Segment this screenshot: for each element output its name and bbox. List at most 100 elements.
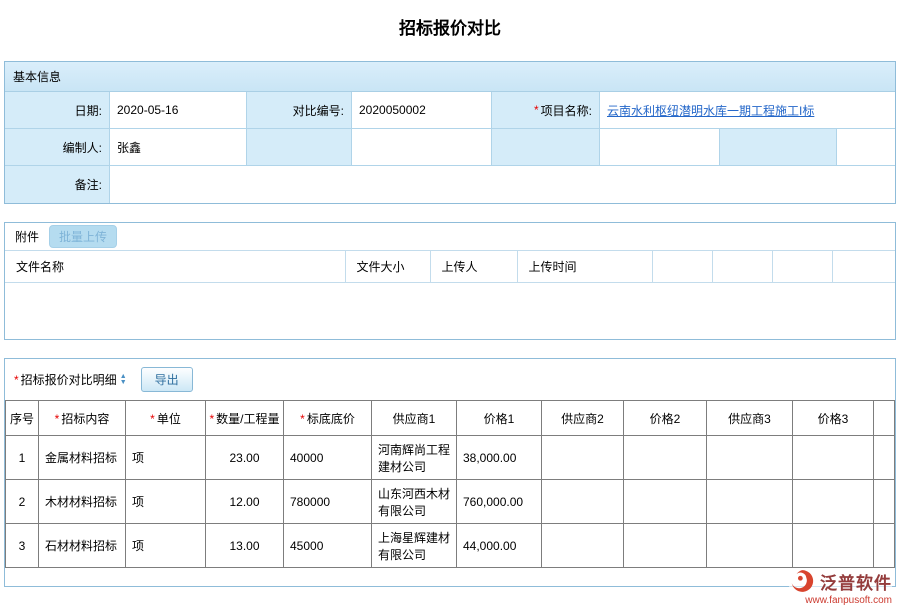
remark-label: 备注:	[5, 166, 110, 203]
detail-cell-qty: 13.00	[206, 524, 284, 568]
detail-cell-supplier2	[542, 480, 624, 524]
detail-cell-content: 木材材料招标	[39, 480, 126, 524]
detail-section-title: *招标报价对比明细	[14, 371, 117, 388]
detail-header-row: 序号*招标内容*单位*数量/工程量*标底底价供应商1价格1供应商2价格2供应商3…	[6, 401, 895, 436]
detail-col-header: 价格2	[624, 401, 707, 436]
detail-cell-qty: 23.00	[206, 436, 284, 480]
detail-cell-base_price: 40000	[284, 436, 372, 480]
required-mark: *	[55, 412, 60, 426]
attachments-header-bar: 附件 批量上传	[5, 223, 895, 250]
attachment-col-header-empty	[712, 251, 772, 283]
detail-cell-seq: 2	[6, 480, 39, 524]
remark-value	[110, 166, 895, 203]
attachments-section-title: 附件	[15, 228, 39, 245]
detail-col-header: 供应商3	[707, 401, 793, 436]
detail-col-header: 供应商1	[372, 401, 457, 436]
empty-value-cell	[352, 129, 492, 166]
attachments-section: 附件 批量上传 文件名称文件大小上传人上传时间	[4, 222, 896, 340]
detail-cell-supplier1: 河南辉尚工程建材公司	[372, 436, 457, 480]
attachments-empty-body	[5, 283, 895, 339]
empty-label-cell	[492, 129, 600, 166]
detail-cell-unit: 项	[126, 480, 206, 524]
basic-info-section-header: 基本信息	[5, 62, 895, 92]
detail-col-header: *单位	[126, 401, 206, 436]
detail-cell-qty: 12.00	[206, 480, 284, 524]
detail-cell-empty	[874, 524, 895, 568]
detail-col-header: *数量/工程量	[206, 401, 284, 436]
detail-cell-price3	[793, 480, 874, 524]
compare-no-label: 对比编号:	[247, 92, 352, 129]
detail-cell-unit: 项	[126, 524, 206, 568]
detail-cell-price1: 760,000.00	[457, 480, 542, 524]
required-mark: *	[534, 103, 539, 117]
detail-cell-price1: 38,000.00	[457, 436, 542, 480]
detail-col-header-empty	[874, 401, 895, 436]
attachments-header-row: 文件名称文件大小上传人上传时间	[5, 251, 895, 283]
required-mark: *	[150, 412, 155, 426]
detail-section: *招标报价对比明细 ▲▼ 导出 序号*招标内容*单位*数量/工程量*标底底价供应…	[4, 358, 896, 587]
creator-value: 张鑫	[110, 129, 247, 166]
detail-table-body: 1金属材料招标项23.0040000河南辉尚工程建材公司38,000.002木材…	[6, 436, 895, 568]
sort-icon[interactable]: ▲▼	[120, 374, 127, 386]
attachment-col-header: 文件名称	[5, 251, 345, 283]
detail-cell-seq: 3	[6, 524, 39, 568]
fanpu-logo-icon	[789, 568, 815, 594]
detail-cell-price3	[793, 436, 874, 480]
detail-cell-supplier2	[542, 524, 624, 568]
detail-cell-supplier3	[707, 524, 793, 568]
brand-name: 泛普软件	[820, 569, 892, 594]
detail-cell-price2	[624, 480, 707, 524]
detail-cell-supplier1: 山东河西木材有限公司	[372, 480, 457, 524]
detail-cell-base_price: 45000	[284, 524, 372, 568]
detail-col-header: *标底底价	[284, 401, 372, 436]
detail-cell-price1: 44,000.00	[457, 524, 542, 568]
attachment-col-header: 上传人	[430, 251, 517, 283]
detail-cell-content: 金属材料招标	[39, 436, 126, 480]
detail-cell-unit: 项	[126, 436, 206, 480]
detail-cell-price2	[624, 524, 707, 568]
basic-info-row-3: 备注:	[5, 166, 895, 203]
detail-cell-price3	[793, 524, 874, 568]
detail-cell-supplier3	[707, 436, 793, 480]
page-title: 招标报价对比	[0, 14, 900, 39]
attachment-col-header-empty	[772, 251, 832, 283]
attachment-col-header-empty	[832, 251, 895, 283]
detail-table: 序号*招标内容*单位*数量/工程量*标底底价供应商1价格1供应商2价格2供应商3…	[5, 400, 895, 568]
date-value: 2020-05-16	[110, 92, 247, 129]
empty-value-cell	[600, 129, 720, 166]
detail-cell-empty	[874, 480, 895, 524]
attachment-col-header: 文件大小	[345, 251, 430, 283]
detail-header-bar: *招标报价对比明细 ▲▼ 导出	[5, 359, 895, 400]
brand-url: www.fanpusoft.com	[789, 595, 892, 606]
detail-cell-price2	[624, 436, 707, 480]
detail-cell-supplier2	[542, 436, 624, 480]
empty-label-cell	[720, 129, 837, 166]
detail-spacer	[5, 568, 895, 586]
required-mark: *	[300, 412, 305, 426]
project-name-label: *项目名称:	[492, 92, 600, 129]
attachment-col-header-empty	[652, 251, 712, 283]
required-mark: *	[209, 412, 214, 426]
detail-row: 3石材材料招标项13.0045000上海星辉建材有限公司44,000.00	[6, 524, 895, 568]
detail-col-header: 价格3	[793, 401, 874, 436]
project-name-label-text: 项目名称:	[541, 102, 592, 119]
detail-col-header: 供应商2	[542, 401, 624, 436]
detail-col-header: 序号	[6, 401, 39, 436]
basic-info-section: 基本信息 日期: 2020-05-16 对比编号: 2020050002 *项目…	[4, 61, 896, 204]
creator-label: 编制人:	[5, 129, 110, 166]
detail-cell-supplier1: 上海星辉建材有限公司	[372, 524, 457, 568]
empty-label-cell	[247, 129, 352, 166]
project-name-value: 云南水利枢纽潜明水库一期工程施工I标	[600, 92, 895, 129]
detail-row: 2木材材料招标项12.00780000山东河西木材有限公司760,000.00	[6, 480, 895, 524]
required-mark: *	[14, 373, 19, 387]
basic-info-row-1: 日期: 2020-05-16 对比编号: 2020050002 *项目名称: 云…	[5, 92, 895, 129]
detail-cell-seq: 1	[6, 436, 39, 480]
detail-row: 1金属材料招标项23.0040000河南辉尚工程建材公司38,000.00	[6, 436, 895, 480]
detail-cell-supplier3	[707, 480, 793, 524]
project-name-link[interactable]: 云南水利枢纽潜明水库一期工程施工I标	[607, 102, 814, 119]
detail-section-title-text: 招标报价对比明细	[21, 373, 117, 387]
detail-cell-base_price: 780000	[284, 480, 372, 524]
footer-brand: 泛普软件 www.fanpusoft.com	[789, 568, 892, 606]
export-button[interactable]: 导出	[141, 367, 193, 392]
batch-upload-button[interactable]: 批量上传	[49, 225, 117, 248]
